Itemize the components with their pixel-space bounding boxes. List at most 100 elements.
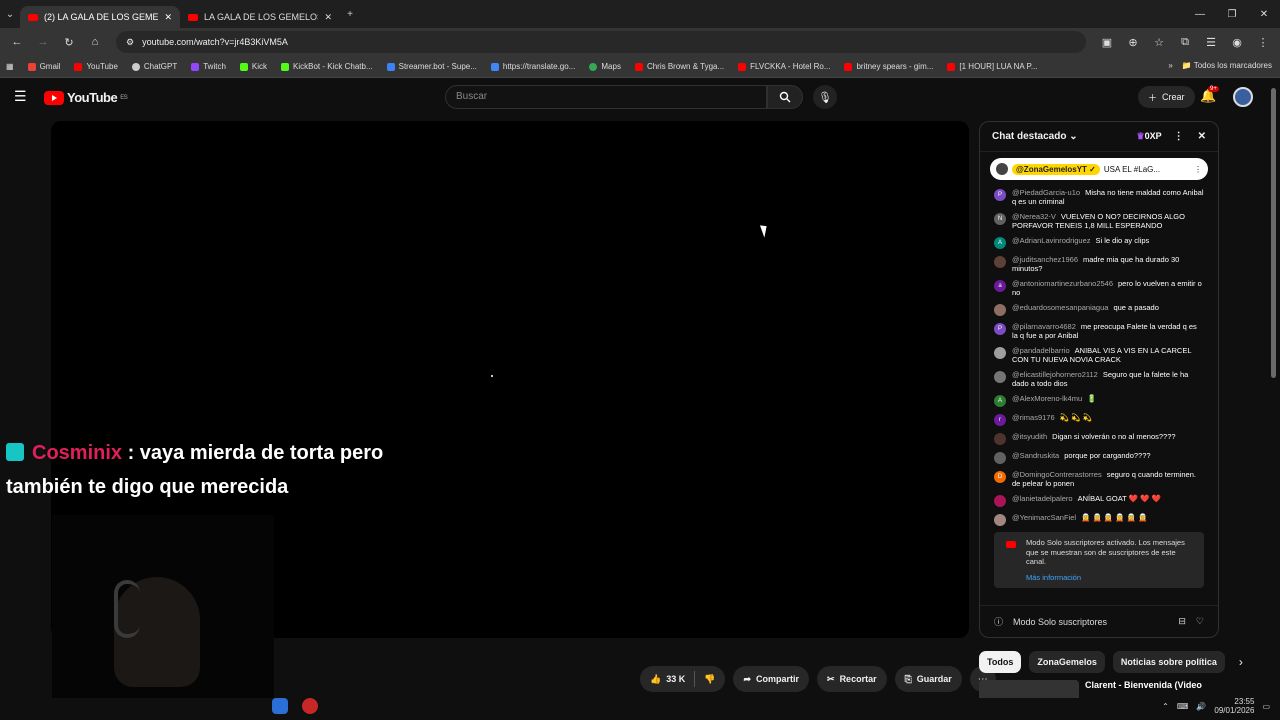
chat-close-icon[interactable]: ✕ <box>1198 131 1206 142</box>
bookmark-item[interactable]: https://translate.go... <box>490 62 575 71</box>
reload-icon[interactable]: ↻ <box>58 36 80 49</box>
bookmark-item[interactable]: Maps <box>589 62 621 71</box>
user-avatar[interactable] <box>1233 87 1253 107</box>
url-field[interactable]: ⚙ youtube.com/watch?v=jr4B3KiVM5A <box>116 31 1086 53</box>
create-button[interactable]: ＋ Crear <box>1138 86 1195 108</box>
bookmark-item[interactable]: KickBot - Kick Chatb... <box>281 62 373 71</box>
bookmark-item[interactable]: YouTube <box>74 62 118 71</box>
bookmark-item[interactable]: Gmail <box>27 62 60 71</box>
chat-avatar[interactable]: N <box>994 213 1006 225</box>
tray-chevron-icon[interactable]: ⌃ <box>1162 702 1169 711</box>
thumbs-down-icon[interactable]: 👎 <box>704 674 715 685</box>
taskbar-app-icon[interactable] <box>272 698 288 714</box>
bookmark-item[interactable]: ChatGPT <box>131 62 177 71</box>
star-icon[interactable]: ☆ <box>1148 36 1170 49</box>
tab-close-icon[interactable]: ✕ <box>164 12 172 23</box>
voice-search-icon[interactable]: 🎙 <box>813 85 837 109</box>
taskbar-app-icon[interactable] <box>302 698 318 714</box>
new-tab-icon[interactable]: + <box>340 9 360 20</box>
chat-message[interactable]: A @AdrianLavinrodriguez Si le dio ay clips <box>994 236 1204 249</box>
chat-avatar[interactable]: P <box>994 323 1006 335</box>
close-window-icon[interactable]: ✕ <box>1248 0 1280 28</box>
chat-avatar[interactable]: A <box>994 395 1006 407</box>
apps-icon[interactable]: ▦ <box>6 62 14 71</box>
video-thumbnail[interactable] <box>979 680 1079 698</box>
chat-avatar[interactable]: r <box>994 414 1006 426</box>
more-info-link[interactable]: Más información <box>1026 573 1196 583</box>
chat-username[interactable]: @Sandruskita <box>1012 451 1059 460</box>
chat-message[interactable]: @itsyudith Digan si volverán o no al meno… <box>994 432 1204 445</box>
chip-zonagemelos[interactable]: ZonaGemelos <box>1029 651 1105 673</box>
chat-menu-icon[interactable]: ⋮ <box>1174 131 1184 142</box>
clip-button[interactable]: ✂ Recortar <box>817 666 887 692</box>
chat-avatar[interactable]: a <box>994 280 1006 292</box>
chat-username[interactable]: @DomingoContrerastorres <box>1012 470 1102 479</box>
chat-avatar[interactable]: D <box>994 471 1006 483</box>
pinned-message[interactable]: @ZonaGemelosYT ✓ USA EL #LaG... ⋮ <box>990 158 1208 180</box>
chat-avatar[interactable] <box>994 433 1006 445</box>
chat-message[interactable]: P @pilarnavarro4682 me preocupa Falete la … <box>994 322 1204 340</box>
chat-avatar[interactable] <box>994 304 1006 316</box>
bookmark-item[interactable]: Kick <box>239 62 267 71</box>
bookmark-item[interactable]: FLVCKKA - Hotel Ro... <box>738 62 830 71</box>
back-icon[interactable]: ← <box>6 36 28 48</box>
bookmark-item[interactable]: [1 HOUR] LUA NA P... <box>947 62 1038 71</box>
minimize-icon[interactable]: — <box>1184 0 1216 28</box>
super-chat-icon[interactable]: ⊟ <box>1178 616 1186 627</box>
page-scrollbar[interactable] <box>1271 88 1276 378</box>
chat-avatar[interactable]: A <box>994 237 1006 249</box>
chat-username[interactable]: @AlexMoreno-lk4mu <box>1012 394 1082 403</box>
chat-message[interactable]: @eduardosomesanpaniagua que a pasado <box>994 303 1204 316</box>
all-bookmarks[interactable]: » 📁 Todos los marcadores <box>1168 61 1272 70</box>
home-icon[interactable]: ⌂ <box>84 36 106 48</box>
related-video-title[interactable]: Clarent - Bienvenida (Video <box>1085 680 1205 698</box>
chat-username[interactable]: @juditsanchez1966 <box>1012 255 1078 264</box>
chat-message[interactable]: r @rimas9176 💫 💫 💫 <box>994 413 1204 426</box>
chat-avatar[interactable] <box>994 347 1006 359</box>
xp-badge[interactable]: ♛0XP <box>1137 131 1162 142</box>
forward-icon[interactable]: → <box>32 36 54 48</box>
chat-message[interactable]: N @Nerea32-V VUELVEN O NO? DECIRNOS ALGO P… <box>994 212 1204 230</box>
search-input[interactable]: Buscar <box>445 85 767 109</box>
profile-icon[interactable]: ◉ <box>1226 36 1248 49</box>
heart-icon[interactable]: ♡ <box>1196 616 1204 627</box>
tab-inactive[interactable]: LA GALA DE LOS GEMELOS - Yo ✕ <box>180 6 340 28</box>
chat-username[interactable]: @antoniomartinezurbano2546 <box>1012 279 1113 288</box>
network-icon[interactable]: ⌨ <box>1177 702 1189 711</box>
chat-message[interactable]: @pandadelbarrio ANIBAL VIS A VIS EN LA CA… <box>994 346 1204 364</box>
chat-avatar[interactable] <box>994 452 1006 464</box>
chat-message[interactable]: @Sandruskita porque por cargando???? <box>994 451 1204 464</box>
chat-username[interactable]: @YenimarcSanFiel <box>1012 513 1076 522</box>
chat-username[interactable]: @AdrianLavinrodriguez <box>1012 236 1091 245</box>
chat-message[interactable]: a @antoniomartinezurbano2546 pero lo vuelv… <box>994 279 1204 297</box>
pinned-menu-icon[interactable]: ⋮ <box>1194 165 1202 174</box>
bookmark-item[interactable]: Twitch <box>191 62 226 71</box>
chat-username[interactable]: @pilarnavarro4682 <box>1012 322 1076 331</box>
chat-username[interactable]: @Nerea32-V <box>1012 212 1056 221</box>
chat-message[interactable]: P @PiedadGarcia-u1o Misha no tiene maldad … <box>994 188 1204 206</box>
notification-center-icon[interactable]: ▭ <box>1262 702 1270 711</box>
reading-list-icon[interactable]: ☰ <box>1200 36 1222 49</box>
chat-username[interactable]: @pandadelbarrio <box>1012 346 1070 355</box>
chat-username[interactable]: @rimas9176 <box>1012 413 1055 422</box>
search-button[interactable] <box>767 85 803 109</box>
chip-todos[interactable]: Todos <box>979 651 1022 673</box>
tab-active[interactable]: (2) LA GALA DE LOS GEMELOS ✕ <box>20 6 180 28</box>
chat-username[interactable]: @lanietadelpalero <box>1012 494 1073 503</box>
chat-message[interactable]: @juditsanchez1966 madre mia que ha durado… <box>994 255 1204 273</box>
save-button[interactable]: ⎘ Guardar <box>894 666 962 692</box>
chip-noticias[interactable]: Noticias sobre política <box>1112 651 1225 673</box>
restore-icon[interactable]: ❐ <box>1216 0 1248 28</box>
chat-username[interactable]: @eduardosomesanpaniagua <box>1012 303 1108 312</box>
chat-message[interactable]: @lanietadelpalero ANÍBAL GOAT ❤️ ❤️ ❤️ <box>994 494 1204 507</box>
chat-avatar[interactable] <box>994 514 1006 526</box>
youtube-logo[interactable]: YouTube ES <box>44 90 128 105</box>
chat-avatar[interactable]: P <box>994 189 1006 201</box>
chat-avatar[interactable] <box>994 371 1006 383</box>
chat-username[interactable]: @itsyudith <box>1012 432 1047 441</box>
zoom-icon[interactable]: ⊕ <box>1122 36 1144 49</box>
chat-avatar[interactable] <box>994 495 1006 507</box>
chat-message[interactable]: @elicastillejohornero2112 Seguro que la f… <box>994 370 1204 388</box>
chat-message[interactable]: D @DomingoContrerastorres seguro q cuando … <box>994 470 1204 488</box>
bookmark-item[interactable]: Chris Brown & Tyga... <box>634 62 724 71</box>
